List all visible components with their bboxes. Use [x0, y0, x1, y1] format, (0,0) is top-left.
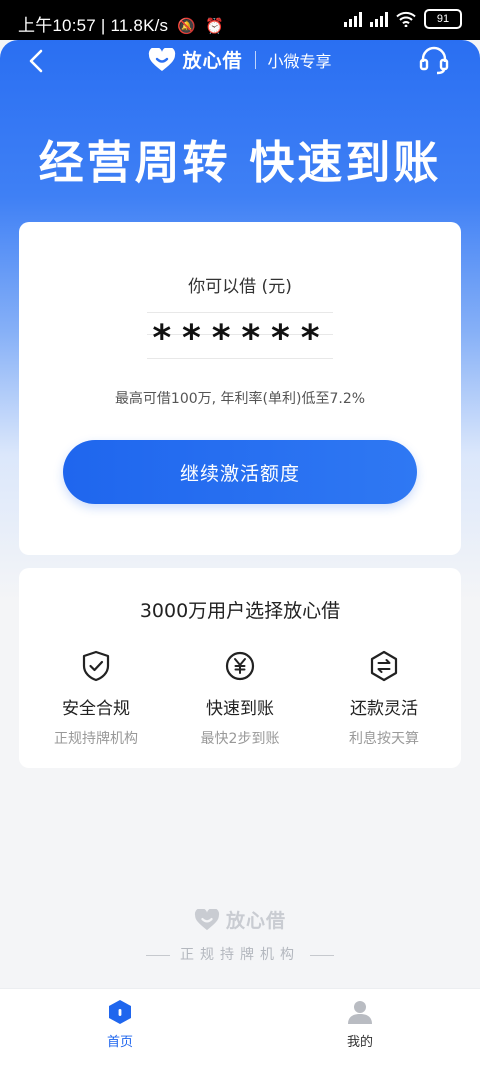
masked-loan-amount: ****** [150, 318, 330, 359]
loan-amount-card: 你可以借 (元) ****** 最高可借100万, 年利率(单利)低至7.2% … [19, 222, 461, 555]
brand-divider [254, 50, 256, 69]
battery-indicator: 91 [424, 9, 462, 29]
feature-desc: 利息按天算 [349, 731, 419, 747]
shield-check-icon [82, 650, 110, 682]
user-icon [348, 1001, 372, 1024]
feature-name: 安全合规 [62, 699, 130, 719]
tagline-dash-right [310, 954, 334, 956]
features-title: 3000万用户选择放心借 [139, 600, 341, 622]
tab-home-label: 首页 [106, 1035, 133, 1050]
brand-subtitle: 小微专享 [267, 51, 332, 71]
features-card: 3000万用户选择放心借 安全合规 正规持牌机构 快速到账 最快2步到账 还款灵… [19, 568, 461, 768]
tab-mine[interactable]: 我的 [300, 999, 420, 1050]
tab-home[interactable]: 首页 [60, 999, 180, 1050]
signal-icon [344, 11, 362, 27]
exchange-icon [370, 650, 398, 682]
feature-item-compliance: 安全合规 正规持牌机构 [26, 650, 166, 748]
footer-tagline: 正规持牌机构 [0, 944, 480, 964]
footer-heart-icon [194, 908, 220, 930]
borrow-label: 你可以借 (元) [188, 277, 292, 297]
feature-desc: 正规持牌机构 [54, 731, 138, 747]
status-time: 上午10:57 [18, 16, 96, 35]
yuan-circle-icon [225, 651, 255, 681]
brand-heart-icon [149, 47, 176, 71]
activate-credit-button[interactable]: 继续激活额度 [63, 440, 417, 504]
home-icon [109, 1000, 131, 1024]
wifi-icon [396, 11, 416, 27]
feature-item-fast-arrival: 快速到账 最快2步到账 [170, 650, 310, 748]
network-speed: 11.8K/s [110, 16, 169, 35]
amount-guideline-top [147, 312, 333, 313]
brand-name: 放心借 [182, 50, 243, 72]
signal-icon-2 [370, 11, 388, 27]
rate-note: 最高可借100万, 年利率(单利)低至7.2% [114, 391, 366, 407]
feature-item-flexible-repayment: 还款灵活 利息按天算 [314, 650, 454, 748]
feature-name: 快速到账 [206, 699, 274, 719]
footer-logo: 放心借 [0, 906, 480, 935]
bottom-tab-bar: 首页 我的 [0, 988, 480, 1068]
mute-icon: 🔕 [177, 18, 197, 35]
tab-mine-label: 我的 [346, 1035, 373, 1050]
footer-tagline-text: 正规持牌机构 [180, 947, 300, 963]
customer-service-headset-icon[interactable] [418, 44, 450, 76]
status-bar: 上午10:57 | 11.8K/s 🔕 ⏰ 91 [0, 0, 480, 40]
hero-slogan: 经营周转 快速到账 [38, 136, 442, 189]
tagline-dash-left [146, 954, 170, 956]
header-brand: 放心借 小微专享 [0, 46, 480, 76]
alarm-icon: ⏰ [205, 18, 224, 35]
feature-name: 还款灵活 [350, 699, 418, 719]
feature-desc: 最快2步到账 [200, 731, 280, 747]
footer-brand-name: 放心借 [225, 910, 286, 932]
